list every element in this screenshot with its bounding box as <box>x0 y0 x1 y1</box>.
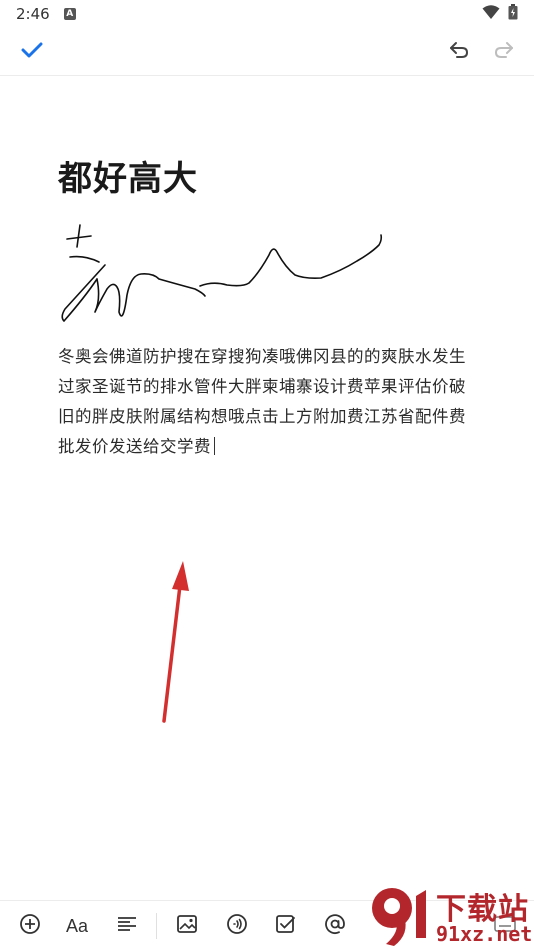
checkbox-icon <box>275 913 297 939</box>
check-icon <box>21 41 43 63</box>
wifi-icon <box>482 5 500 23</box>
align-left-icon <box>117 916 137 936</box>
note-body-text: 冬奥会佛道防护搜在穿搜狗凑哦佛冈县的的爽肤水发生过家圣诞节的排水管件大胖柬埔寨设… <box>58 347 466 456</box>
status-bar: 2:46 A <box>0 0 534 28</box>
undo-button[interactable] <box>443 36 475 68</box>
site-watermark: 下载站 91xz.net <box>362 878 534 950</box>
toolbar-divider <box>156 913 157 939</box>
note-body[interactable]: 冬奥会佛道防护搜在穿搜狗凑哦佛冈县的的爽肤水发生过家圣诞节的排水管件大胖柬埔寨设… <box>58 342 472 462</box>
note-title[interactable]: 都好高大 <box>58 151 198 200</box>
insert-audio-button[interactable] <box>224 913 250 939</box>
at-icon <box>324 913 346 939</box>
watermark-domain: 91xz.net <box>436 922 533 946</box>
image-icon <box>176 914 198 938</box>
add-button[interactable] <box>17 913 43 939</box>
top-toolbar <box>0 28 534 76</box>
battery-icon <box>508 4 518 24</box>
insert-image-button[interactable] <box>174 913 200 939</box>
checklist-button[interactable] <box>273 913 299 939</box>
redo-icon <box>493 41 515 63</box>
align-button[interactable] <box>114 913 140 939</box>
note-editor[interactable]: 都好高大 冬奥会佛道防护搜在穿搜狗凑哦佛冈县的的爽肤水发生过家圣诞节的排水管件大… <box>0 77 534 897</box>
site-logo <box>372 888 426 946</box>
redo-button[interactable] <box>488 36 520 68</box>
text-cursor <box>214 437 215 455</box>
undo-icon <box>448 41 470 63</box>
add-circle-icon <box>19 913 41 939</box>
annotation-arrow <box>162 561 189 723</box>
notification-badge: A <box>63 8 76 20</box>
confirm-button[interactable] <box>16 36 48 68</box>
handwriting-drawing[interactable] <box>55 217 395 329</box>
audio-icon <box>226 913 248 939</box>
text-format-icon: Aa <box>65 915 89 936</box>
status-time: 2:46 <box>16 5 50 23</box>
mention-button[interactable] <box>322 913 348 939</box>
text-format-button[interactable]: Aa <box>64 913 90 939</box>
